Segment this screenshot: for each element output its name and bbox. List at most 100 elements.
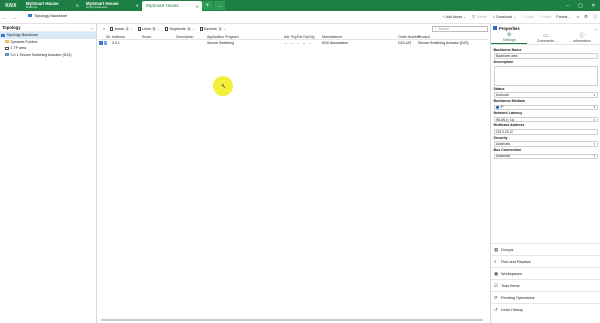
cell-grp: –: [303, 40, 305, 45]
download-button[interactable]: ⇩ Download ⌄: [490, 15, 519, 19]
close-icon[interactable]: ⌄: [595, 26, 598, 31]
checkbox[interactable]: [137, 27, 142, 31]
chevron-down-icon: ⌄: [568, 15, 572, 19]
chevron-down-icon: ▾: [593, 142, 595, 146]
tab-settings[interactable]: ⚙ Settings: [491, 32, 528, 44]
redo-button[interactable]: ↷ Redo: [536, 15, 554, 19]
checkbox[interactable]: [110, 27, 114, 31]
latency-select[interactable]: WLAN (< 1s) ▾: [493, 116, 598, 123]
backbone-name-field[interactable]: Backbone area: [493, 53, 598, 59]
cell-product: Secure Switching Actuator (D23): [418, 40, 469, 45]
column-header[interactable]: Address: [112, 35, 125, 39]
column-header[interactable]: Grp: [303, 35, 309, 39]
cell-manufacturer: KNX Association: [322, 40, 348, 45]
bus-connection-label: Bus Connection: [493, 147, 522, 152]
folder-icon: [5, 40, 9, 44]
undo-label: Undo: [525, 15, 534, 19]
tree-item-label: 0.0.1 Secure Switching Actuator (D23): [10, 52, 72, 57]
new-tab-button[interactable]: +: [202, 1, 213, 10]
panel-workspaces[interactable]: ▣ Workspaces: [491, 267, 600, 279]
scrollbar-thumb[interactable]: [101, 318, 483, 321]
tree-item-label: 1 TP area: [10, 46, 27, 51]
tab-group-addresses[interactable]: MySmart House Group Addresses ✕: [82, 0, 142, 11]
field-value: WLAN (< 1s): [496, 117, 515, 122]
filter-devices[interactable]: Devices 1 ⌄: [199, 27, 226, 31]
tree-item-label: Dynamic Folders: [10, 39, 38, 44]
field-value: Automatic: [496, 154, 511, 159]
filter-label: Devices: [203, 27, 217, 31]
panel-find-replace[interactable]: ⌕ Find and Replace: [491, 255, 600, 267]
tab-menu-button[interactable]: ⌄: [214, 1, 225, 10]
column-header[interactable]: Prg: [291, 35, 296, 39]
panel-pending-operations[interactable]: ⟳ Pending Operations: [491, 291, 600, 303]
add-areas-button[interactable]: + Add Areas ⌄: [440, 15, 469, 19]
description-field[interactable]: [493, 65, 598, 86]
panel-label: Find and Replace: [501, 259, 531, 264]
panel-todo-items[interactable]: ☑ Todo Items: [491, 279, 600, 291]
panel-undo-history[interactable]: ↺ Undo History: [491, 303, 600, 315]
column-header[interactable]: Room: [142, 35, 151, 39]
security-label: Security: [493, 135, 508, 140]
security-select[interactable]: Automatic ▾: [493, 141, 598, 147]
column-header[interactable]: Manufacturer: [322, 35, 343, 39]
close-icon[interactable]: ✕: [136, 3, 139, 8]
filter-segments[interactable]: Segments 0 ⌄: [164, 27, 195, 31]
close-icon[interactable]: ✕: [76, 3, 79, 8]
panels-button[interactable]: Panels ⌄: [554, 15, 574, 19]
chevron-down-icon[interactable]: ⌄: [192, 27, 195, 31]
minimize-button[interactable]: –: [561, 0, 574, 11]
menu-icon[interactable]: ≡: [103, 27, 105, 31]
tree-item-device[interactable]: 0.0.1 Secure Switching Actuator (D23): [0, 52, 96, 59]
tab-topology[interactable]: MySmart House ✕: [142, 1, 202, 11]
table-row[interactable]: 0.0.1 Secure Switching – – – – – KNX Ass…: [98, 40, 489, 46]
close-window-button[interactable]: ✕: [587, 0, 600, 11]
latency-label: Network Latency: [493, 111, 523, 115]
redo-label: Redo: [542, 15, 552, 19]
column-header[interactable]: Cfg: [309, 35, 314, 39]
delete-button[interactable]: 🗑 Delete: [469, 15, 490, 19]
multicast-field[interactable]: 224.0.23.12: [493, 129, 598, 135]
horizontal-scrollbar[interactable]: [98, 318, 489, 321]
chevron-down-icon[interactable]: ⌄: [157, 27, 160, 31]
status-select[interactable]: Unknown ▾: [493, 92, 598, 98]
backbone-name-label: Backbone Name: [493, 47, 522, 52]
device-icon: [99, 41, 103, 45]
checkbox[interactable]: [199, 27, 203, 31]
undo-button[interactable]: ↶ Undo: [519, 15, 537, 19]
forward-icon[interactable]: →: [10, 15, 20, 20]
info-icon[interactable]: ⓘ: [591, 14, 600, 20]
settings-icon[interactable]: ⚙: [581, 14, 590, 20]
help-icon[interactable]: ?: [574, 15, 582, 20]
column-header[interactable]: Application Program: [207, 35, 239, 39]
count-badge: 1: [217, 27, 223, 31]
bus-connection-select[interactable]: Automatic ▾: [493, 153, 598, 159]
column-header[interactable]: Description: [176, 35, 194, 39]
device-icon: [5, 53, 9, 57]
pending-icon: ⟳: [494, 294, 498, 300]
column-header[interactable]: Adr: [284, 35, 289, 39]
panel-groups[interactable]: ▦ Groups: [491, 243, 600, 255]
filter-lines[interactable]: Lines 0 ⌄: [137, 27, 160, 31]
tab-comments[interactable]: ▭ Comments: [527, 32, 563, 44]
medium-select[interactable]: IP ▾: [493, 104, 598, 110]
maximize-button[interactable]: ▢: [574, 0, 587, 11]
status-label: Status: [493, 86, 505, 91]
tab-information[interactable]: ⓘ Information: [564, 32, 600, 44]
search-input[interactable]: ⌕ Search: [432, 26, 488, 32]
breadcrumb-path[interactable]: Topology Backbone: [28, 14, 67, 18]
column-header[interactable]: Par: [297, 35, 302, 39]
groups-icon: ▦: [494, 246, 499, 252]
column-header[interactable]: Product: [418, 35, 430, 39]
back-icon[interactable]: ←: [0, 15, 10, 20]
chevron-down-icon[interactable]: ⌄: [91, 25, 94, 30]
checkbox[interactable]: [164, 27, 169, 31]
panel-label: Todo Items: [501, 283, 520, 288]
close-icon[interactable]: ✕: [196, 4, 199, 9]
filter-areas[interactable]: Areas 1 ⌄: [110, 27, 133, 31]
tab-buildings[interactable]: MySmart House Buildings ✕: [22, 0, 82, 11]
chevron-down-icon[interactable]: ⌄: [130, 27, 133, 31]
column-header[interactable]: Se: [106, 35, 110, 39]
table-header: Se Address Room Description Application …: [98, 34, 489, 40]
field-value: Backbone area: [496, 54, 518, 58]
chevron-down-icon[interactable]: ⌄: [223, 27, 226, 31]
